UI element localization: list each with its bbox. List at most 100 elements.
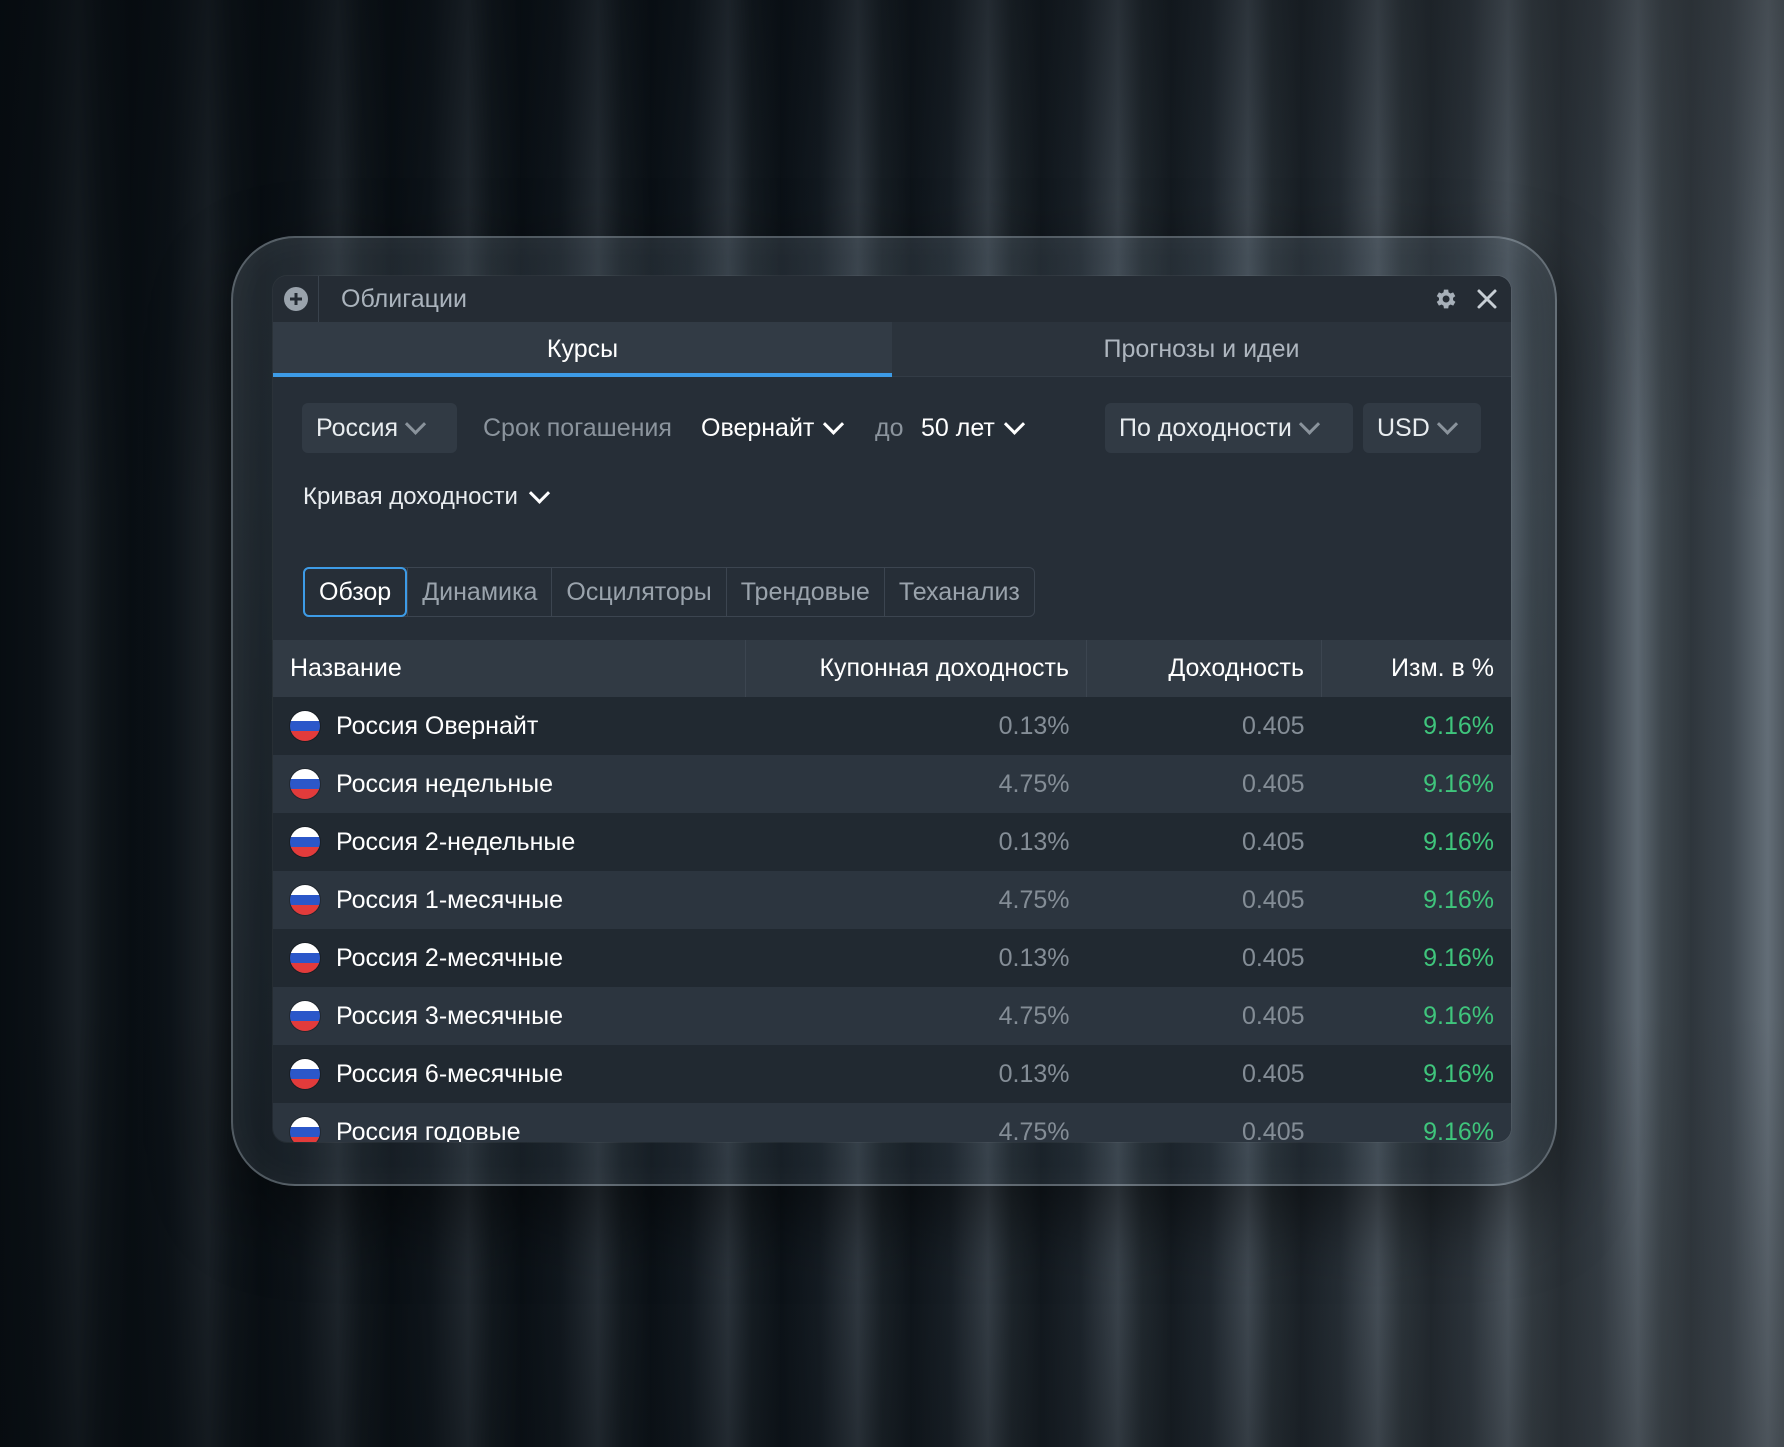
russia-flag-icon	[290, 769, 320, 799]
chevron-down-icon	[823, 413, 845, 435]
table-header: Название Купонная доходность Доходность …	[273, 640, 1511, 697]
bond-name-cell: Россия годовые	[273, 1103, 746, 1142]
bond-name-cell: Россия недельные	[273, 755, 746, 813]
currency-dropdown[interactable]: USD	[1363, 403, 1481, 453]
russia-flag-icon	[290, 827, 320, 857]
coupon-cell: 0.13%	[745, 929, 1087, 987]
column-header-change[interactable]: Изм. в %	[1321, 640, 1511, 697]
russia-flag-icon	[290, 711, 320, 741]
russia-flag-icon	[290, 1001, 320, 1031]
table-row[interactable]: Россия 1-месячные 4.75% 0.405 9.16%	[273, 871, 1511, 929]
yield-cell: 0.405	[1086, 987, 1322, 1045]
column-header-yield[interactable]: Доходность	[1086, 640, 1322, 697]
change-cell: 9.16%	[1321, 1045, 1511, 1103]
russia-flag-icon	[290, 1117, 320, 1142]
indicator-segments: Обзор Динамика Осциляторы Трендовые Теха…	[303, 567, 1035, 617]
table-row[interactable]: Россия Овернайт 0.13% 0.405 9.16%	[273, 697, 1511, 755]
bond-name-cell: Россия 6-месячные	[273, 1045, 746, 1103]
yield-cell: 0.405	[1086, 1045, 1322, 1103]
to-label: до	[875, 413, 904, 442]
tab-rates[interactable]: Курсы	[273, 322, 892, 377]
chevron-down-icon	[1436, 413, 1458, 435]
close-button[interactable]	[1473, 285, 1501, 313]
main-tabs: Курсы Прогнозы и идеи	[273, 322, 1511, 377]
coupon-cell: 0.13%	[745, 697, 1087, 755]
bond-name-cell: Россия 2-недельные	[273, 813, 746, 871]
window-title: Облигации	[341, 284, 467, 313]
change-cell: 9.16%	[1321, 697, 1511, 755]
segment-dynamics[interactable]: Динамика	[407, 568, 551, 616]
chevron-down-icon	[1298, 413, 1320, 435]
segment-trend[interactable]: Трендовые	[725, 568, 884, 616]
country-dropdown[interactable]: Россия	[302, 403, 457, 453]
bond-name-cell: Россия Овернайт	[273, 697, 746, 755]
russia-flag-icon	[290, 885, 320, 915]
coupon-cell: 0.13%	[745, 1045, 1087, 1103]
bond-name: Россия 2-месячные	[336, 943, 563, 972]
country-value: Россия	[316, 413, 398, 442]
chevron-down-icon	[528, 482, 550, 504]
bond-name-cell: Россия 1-месячные	[273, 871, 746, 929]
view-selector-value: Кривая доходности	[303, 483, 518, 510]
yield-cell: 0.405	[1086, 1103, 1322, 1142]
title-bar: Облигации	[273, 276, 1511, 322]
chevron-down-icon	[1003, 413, 1025, 435]
chevron-down-icon	[404, 413, 427, 435]
bond-name: Россия 6-месячные	[336, 1059, 563, 1088]
maturity-to-value: 50 лет	[921, 413, 995, 442]
coupon-cell: 4.75%	[745, 871, 1087, 929]
table-row[interactable]: Россия 2-недельные 0.13% 0.405 9.16%	[273, 813, 1511, 871]
sort-value: По доходности	[1119, 413, 1292, 442]
bonds-table: Название Купонная доходность Доходность …	[273, 640, 1511, 1142]
coupon-cell: 4.75%	[745, 755, 1087, 813]
bonds-widget: Облигации Курсы Прогнозы и идеи Россия С…	[273, 276, 1511, 1142]
table-row[interactable]: Россия 3-месячные 4.75% 0.405 9.16%	[273, 987, 1511, 1045]
maturity-from-value: Овернайт	[701, 413, 815, 442]
bond-name: Россия Овернайт	[336, 711, 539, 740]
bond-name-cell: Россия 2-месячные	[273, 929, 746, 987]
segment-overview[interactable]: Обзор	[303, 567, 408, 617]
bond-name: Россия 1-месячные	[336, 885, 563, 914]
russia-flag-icon	[290, 1059, 320, 1089]
change-cell: 9.16%	[1321, 987, 1511, 1045]
change-cell: 9.16%	[1321, 1103, 1511, 1142]
add-widget-button[interactable]	[273, 276, 319, 322]
change-cell: 9.16%	[1321, 929, 1511, 987]
change-cell: 9.16%	[1321, 871, 1511, 929]
yield-cell: 0.405	[1086, 871, 1322, 929]
yield-cell: 0.405	[1086, 697, 1322, 755]
bond-name: Россия годовые	[336, 1117, 521, 1143]
change-cell: 9.16%	[1321, 755, 1511, 813]
maturity-label: Срок погашения	[483, 413, 672, 442]
currency-value: USD	[1377, 413, 1430, 442]
segment-tech-analysis[interactable]: Теханализ	[883, 568, 1034, 616]
bond-name: Россия 3-месячные	[336, 1001, 563, 1030]
tab-forecasts[interactable]: Прогнозы и идеи	[892, 322, 1511, 376]
settings-button[interactable]	[1431, 285, 1459, 313]
bond-name: Россия 2-недельные	[336, 827, 576, 856]
sort-dropdown[interactable]: По доходности	[1105, 403, 1353, 453]
bond-name: Россия недельные	[336, 769, 554, 798]
maturity-from-dropdown[interactable]: Овернайт	[701, 403, 845, 453]
coupon-cell: 0.13%	[745, 813, 1087, 871]
table-row[interactable]: Россия 6-месячные 0.13% 0.405 9.16%	[273, 1045, 1511, 1103]
coupon-cell: 4.75%	[745, 987, 1087, 1045]
change-cell: 9.16%	[1321, 813, 1511, 871]
column-header-name[interactable]: Название	[273, 640, 746, 697]
table-row[interactable]: Россия годовые 4.75% 0.405 9.16%	[273, 1103, 1511, 1142]
segment-oscillators[interactable]: Осциляторы	[551, 568, 725, 616]
gear-icon	[1436, 289, 1456, 309]
column-header-coupon[interactable]: Купонная доходность	[745, 640, 1087, 697]
coupon-cell: 4.75%	[745, 1103, 1087, 1142]
close-icon	[1477, 289, 1497, 309]
yield-cell: 0.405	[1086, 755, 1322, 813]
russia-flag-icon	[290, 943, 320, 973]
yield-cell: 0.405	[1086, 813, 1322, 871]
table-row[interactable]: Россия недельные 4.75% 0.405 9.16%	[273, 755, 1511, 813]
plus-circle-icon	[283, 287, 308, 311]
maturity-to-dropdown[interactable]: 50 лет	[921, 403, 1025, 453]
view-selector-dropdown[interactable]: Кривая доходности	[303, 477, 550, 517]
bond-name-cell: Россия 3-месячные	[273, 987, 746, 1045]
table-row[interactable]: Россия 2-месячные 0.13% 0.405 9.16%	[273, 929, 1511, 987]
yield-cell: 0.405	[1086, 929, 1322, 987]
